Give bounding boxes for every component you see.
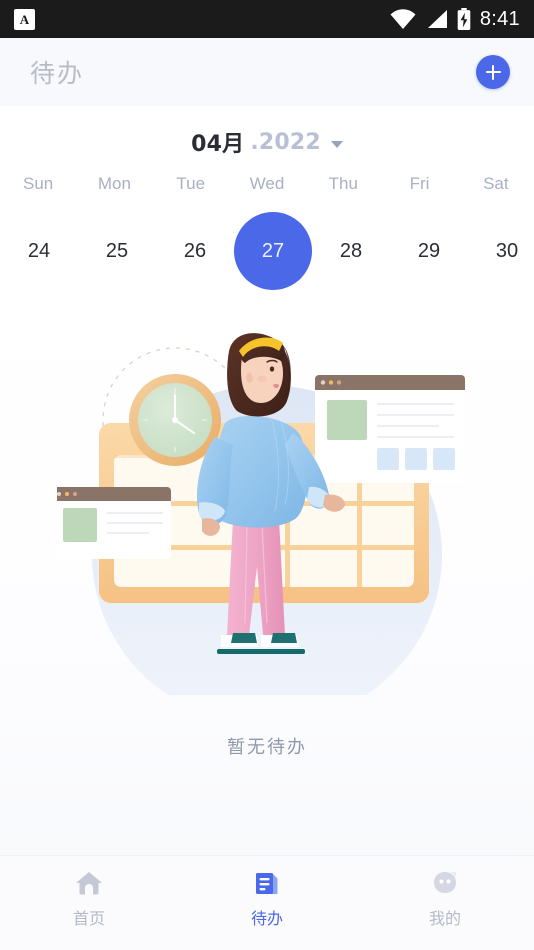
plus-icon: [485, 64, 501, 80]
app-notification-badge-icon: A: [14, 8, 35, 30]
battery-charging-icon: [457, 8, 471, 30]
date-label: 26: [183, 239, 207, 262]
weekday-label-mon: Mon: [97, 174, 131, 193]
empty-state-message: 暂无待办: [227, 737, 307, 758]
date-cell-24[interactable]: 24: [0, 212, 78, 290]
chevron-down-icon: [330, 140, 343, 148]
empty-state-panel: 暂无待办: [0, 300, 534, 875]
document-list-icon: [256, 873, 278, 894]
weekday-label-sun: Sun: [23, 174, 54, 193]
weekday-label-wed: Wed: [249, 174, 285, 193]
date-cell-26[interactable]: 26: [156, 212, 234, 290]
nav-item-profile[interactable]: 我的: [356, 868, 534, 950]
weekday-label-sat: Sat: [483, 174, 509, 193]
home-icon: [76, 872, 102, 895]
weekday-label-tue: Tue: [176, 174, 206, 193]
browser-card-left: [49, 487, 171, 559]
date-cell-25[interactable]: 25: [78, 212, 156, 290]
date-label: 24: [27, 239, 51, 262]
profile-avatar-icon: [434, 872, 456, 893]
date-row: 24 25 26 27 28 29 30: [0, 212, 534, 300]
status-bar-clock: 8:41: [479, 7, 520, 30]
date-cell-28[interactable]: 28: [312, 212, 390, 290]
status-bar: A 8:41: [0, 0, 534, 38]
woman-with-calendar-board-illustration: [49, 305, 477, 725]
sandals: [217, 633, 305, 654]
date-cell-30[interactable]: 30: [468, 212, 534, 290]
date-label: 29: [417, 239, 441, 262]
date-cell-29[interactable]: 29: [390, 212, 468, 290]
cellular-signal-icon: [427, 10, 447, 28]
app-header: 待办: [0, 38, 534, 106]
nav-item-todo[interactable]: 待办: [178, 868, 356, 950]
month-label: 04月: [191, 132, 245, 157]
year-label: .2022: [250, 129, 321, 155]
bottom-navigation-bar: 首页 待办 我的: [0, 855, 534, 950]
date-label: 25: [105, 239, 129, 262]
browser-card-right: [315, 375, 465, 483]
page-title: 待办: [30, 59, 85, 88]
add-todo-button[interactable]: [476, 55, 510, 89]
wifi-icon: [390, 9, 416, 29]
status-bar-right: 8:41: [390, 8, 520, 31]
weekday-label-fri: Fri: [409, 174, 430, 193]
nav-label-todo: 待办: [250, 909, 283, 928]
nav-label-home: 首页: [72, 909, 105, 928]
month-selector[interactable]: 04月 .2022: [0, 124, 534, 160]
weekday-label-thu: Thu: [328, 174, 358, 193]
weekday-header-row: Sun Mon Tue Wed Thu Fri Sat: [0, 174, 534, 194]
nav-item-home[interactable]: 首页: [0, 868, 178, 950]
status-bar-left: A: [14, 8, 35, 30]
date-cell-27[interactable]: 27: [234, 212, 312, 290]
date-label: 30: [495, 239, 519, 262]
date-label: 28: [339, 239, 363, 262]
nav-label-profile: 我的: [428, 909, 461, 928]
date-selected: 27: [234, 212, 312, 290]
calendar-strip: 04月 .2022 Sun Mon Tue Wed Thu Fri Sat 24 25 26 27…: [0, 106, 534, 300]
